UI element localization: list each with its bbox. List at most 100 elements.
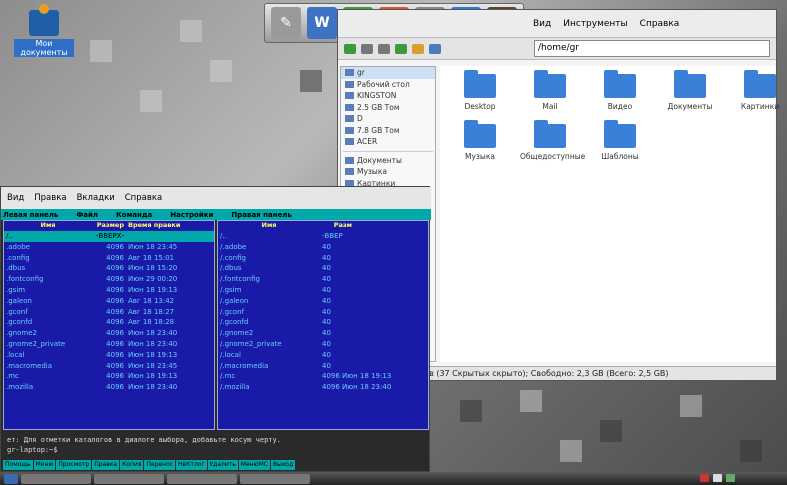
table-row[interactable]: .dbus 4096 Июн 18 15:20 [4,263,214,274]
menu-view[interactable]: Вид [7,193,24,203]
table-row[interactable]: /.local 40 [218,350,428,361]
fkey-button[interactable]: Удалить [207,460,238,470]
folder-item[interactable]: Видео [590,70,650,111]
table-row[interactable]: /.dbus 40 [218,263,428,274]
mc-left-panel[interactable]: Имя Размер Время правки /.. -ВВЕРХ- .adobe… [3,220,215,430]
table-row[interactable]: .local 4096 Июн 18 19:13 [4,350,214,361]
folder-icon [534,70,566,98]
sidebar-item[interactable]: 2.5 GB Том [341,102,435,114]
file-name: /.gnome2_private [220,339,282,348]
fkey-button[interactable]: Копия [120,460,144,470]
table-row[interactable]: /.gnome2 40 [218,328,428,339]
menu-tabs[interactable]: Вкладки [77,193,115,203]
sidebar-item[interactable]: gr [341,67,435,79]
flag-icon[interactable] [700,474,709,482]
writer-icon[interactable]: W [307,7,337,39]
mc-menu-right-panel[interactable]: Правая панель [231,211,291,219]
terminal-prompt[interactable]: gr-laptop:~$ [7,445,427,455]
tools-icon[interactable]: ✎ [271,7,301,39]
file-size: 4096 [106,329,124,338]
menu-edit[interactable]: Правка [34,193,66,203]
menu-tools[interactable]: Инструменты [563,19,627,29]
mc-menu-file[interactable]: Файл [76,211,98,219]
forward-icon[interactable] [361,43,373,54]
start-button[interactable] [4,473,18,484]
drive-icon [345,92,354,100]
menu-view[interactable]: Вид [533,19,551,29]
taskbar-item[interactable] [240,473,310,484]
table-row[interactable]: .gnome2 4096 Июн 18 23:40 [4,328,214,339]
folder-item[interactable]: Музыка [450,120,510,161]
folder-label: Видео [607,102,633,111]
table-row[interactable]: /.gsim 40 [218,285,428,296]
fkey-button[interactable]: Помощь [3,460,33,470]
home-icon[interactable] [412,43,424,54]
table-row[interactable]: /.. -ВВЕР [218,231,428,242]
table-row[interactable]: .gconfd 4096 Авг 18 18:28 [4,317,214,328]
menu-help[interactable]: Справка [640,19,680,29]
table-row[interactable]: .gconf 4096 Авг 18 18:27 [4,307,214,318]
folder-item[interactable]: Mail [520,70,580,111]
table-row[interactable]: /.gconf 40 [218,307,428,318]
sidebar-item[interactable]: 7.8 GB Том [341,125,435,137]
table-row[interactable]: /.mozilla 4096 Июн 18 23:40 [218,382,428,393]
taskbar-item[interactable] [94,473,164,484]
drive-icon [345,103,354,111]
table-row[interactable]: /.galeon 40 [218,296,428,307]
network-icon[interactable] [726,474,735,482]
sidebar-item-label: Музыка [357,167,387,177]
drive-icon [345,69,354,77]
folder-icon [464,70,496,98]
file-name: /.macromedia [220,361,269,370]
fkey-button[interactable]: Правка [92,460,120,470]
table-row[interactable]: .galeon 4096 Авг 18 13:42 [4,296,214,307]
table-row[interactable]: .config 4096 Авг 18 15:01 [4,253,214,264]
table-row[interactable]: /.gnome2_private 40 [218,339,428,350]
mc-right-panel[interactable]: Имя Разм /.. -ВВЕР/.adobe 40/.config 40/.db… [217,220,429,430]
fkey-button[interactable]: НвКтлог [176,460,207,470]
sidebar-bookmark[interactable]: Музыка [341,166,435,178]
back-icon[interactable] [344,43,356,54]
folder-item[interactable]: Картинки [730,70,787,111]
desktop-icon-documents[interactable]: Мои документы [14,4,74,58]
folder-item[interactable]: Desktop [450,70,510,111]
location-bar[interactable]: /home/gr [534,40,770,57]
fkey-button[interactable]: Перенос [144,460,176,470]
table-row[interactable]: /.macromedia 40 [218,361,428,372]
sidebar-item[interactable]: Рабочий стол [341,79,435,91]
fkey-button[interactable]: МенюМС [238,460,270,470]
folder-item[interactable]: Документы [660,70,720,111]
table-row[interactable]: /.mc 4096 Июн 18 19:13 [218,371,428,382]
table-row[interactable]: /.adobe 40 [218,242,428,253]
menu-help[interactable]: Справка [125,193,162,203]
table-row[interactable]: /.fontconfig 40 [218,274,428,285]
fkey-button[interactable]: Просмотр [56,460,92,470]
computer-icon[interactable] [429,43,441,54]
fkey-button[interactable]: Выход [270,460,296,470]
folder-item[interactable]: Шаблоны [590,120,650,161]
sidebar-item[interactable]: KINGSTON [341,90,435,102]
table-row[interactable]: .fontconfig 4096 Июн 29 00:20 [4,274,214,285]
up-icon[interactable] [378,43,390,54]
table-row[interactable]: /.config 40 [218,253,428,264]
sidebar-bookmark[interactable]: Документы [341,155,435,167]
reload-icon[interactable] [395,43,407,54]
sidebar-item[interactable]: D [341,113,435,125]
mc-menu-command[interactable]: Команда [116,211,152,219]
table-row[interactable]: .mc 4096 Июн 18 19:13 [4,371,214,382]
fkey-button[interactable]: Меню [33,460,56,470]
volume-icon[interactable] [713,474,722,482]
table-row[interactable]: .macromedia 4096 Июн 18 23:45 [4,361,214,372]
table-row[interactable]: .mozilla 4096 Июн 18 23:40 [4,382,214,393]
mc-menu-options[interactable]: Настройки [170,211,213,219]
taskbar-item[interactable] [21,473,91,484]
table-row[interactable]: .gsim 4096 Июн 18 19:13 [4,285,214,296]
table-row[interactable]: /.. -ВВЕРХ- [4,231,214,242]
mc-menu-left-panel[interactable]: Левая панель [3,211,58,219]
table-row[interactable]: .gnome2_private 4096 Июн 18 23:40 [4,339,214,350]
table-row[interactable]: /.gconfd 40 [218,317,428,328]
taskbar-item[interactable] [167,473,237,484]
sidebar-item[interactable]: ACER [341,136,435,148]
table-row[interactable]: .adobe 4096 Июн 18 23:45 [4,242,214,253]
folder-item[interactable]: Общедоступные [520,120,585,161]
